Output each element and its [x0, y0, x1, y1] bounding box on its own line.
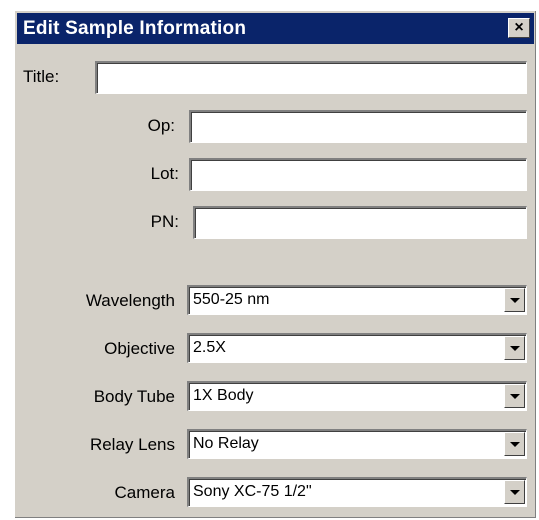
relay-lens-select[interactable]: No Relay [187, 429, 527, 459]
relay-lens-value: No Relay [193, 435, 259, 452]
dialog-title: Edit Sample Information [23, 18, 247, 39]
chevron-down-icon [510, 394, 520, 399]
camera-value: Sony XC-75 1/2" [193, 483, 312, 500]
close-button[interactable]: × [508, 18, 530, 38]
chevron-down-icon [510, 298, 520, 303]
pn-input[interactable] [193, 206, 527, 239]
objective-label: Objective [104, 339, 175, 358]
lot-input[interactable] [189, 158, 527, 191]
wavelength-dropdown-button[interactable] [504, 288, 525, 312]
objective-value: 2.5X [193, 339, 226, 356]
objective-dropdown-button[interactable] [504, 336, 525, 360]
camera-dropdown-button[interactable] [504, 480, 525, 504]
chevron-down-icon [510, 490, 520, 495]
camera-label: Camera [114, 483, 175, 502]
chevron-down-icon [510, 346, 520, 351]
body-tube-dropdown-button[interactable] [504, 384, 525, 408]
objective-select[interactable]: 2.5X [187, 333, 527, 363]
wavelength-value: 550-25 nm [193, 291, 270, 308]
lot-label: Lot: [150, 164, 179, 183]
title-bar[interactable]: Edit Sample Information × [17, 13, 534, 44]
body-tube-select[interactable]: 1X Body [187, 381, 527, 411]
body-tube-value: 1X Body [193, 387, 254, 404]
relay-lens-label: Relay Lens [89, 435, 175, 454]
op-label: Op: [147, 116, 175, 135]
relay-lens-dropdown-button[interactable] [504, 432, 525, 456]
title-label: Title: [23, 67, 60, 86]
title-input[interactable] [95, 61, 527, 94]
close-icon: × [514, 19, 524, 36]
op-input[interactable] [189, 110, 527, 143]
wavelength-label: Wavelength [85, 291, 175, 310]
body-tube-label: Body Tube [93, 387, 175, 406]
pn-label: PN: [150, 212, 179, 231]
wavelength-select[interactable]: 550-25 nm [187, 285, 527, 315]
camera-select[interactable]: Sony XC-75 1/2" [187, 477, 527, 507]
chevron-down-icon [510, 442, 520, 447]
edit-sample-dialog: Edit Sample Information × Title: Op: Lot… [14, 10, 536, 518]
